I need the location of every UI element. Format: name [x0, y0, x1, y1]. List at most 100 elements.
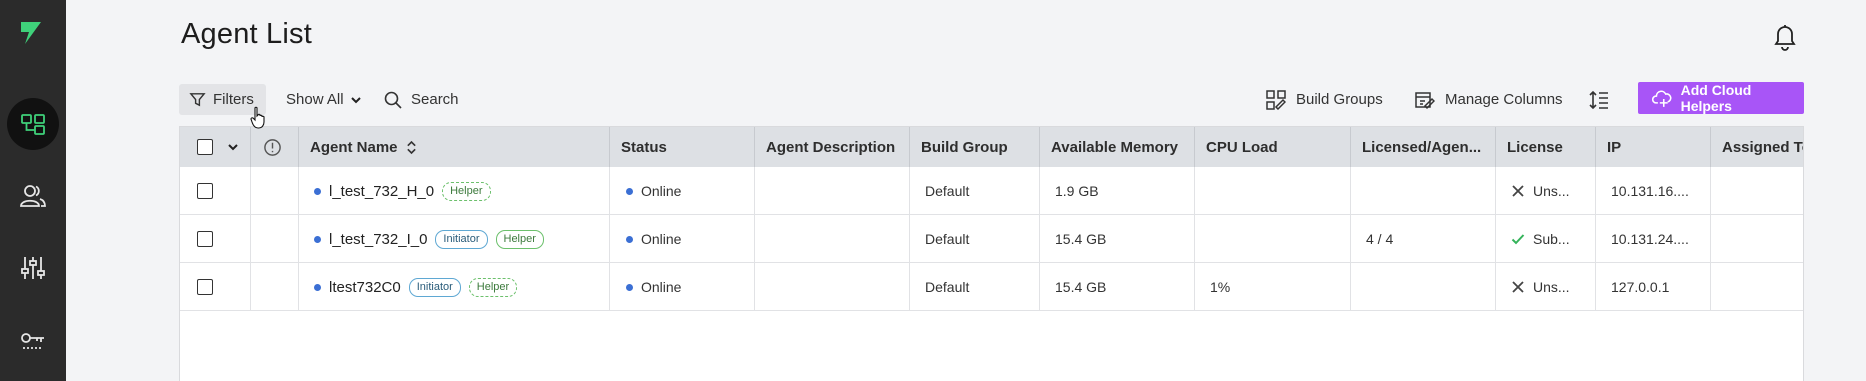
sidebar-item-keys[interactable]: [7, 312, 59, 364]
helper-tag: Helper: [468, 277, 518, 297]
column-label: Assigned To: [1722, 138, 1804, 156]
column-label: Build Group: [921, 138, 1008, 156]
row-alert-cell: [251, 167, 299, 215]
hand-cursor-icon: [250, 106, 265, 129]
license-text: Uns...: [1533, 279, 1570, 295]
cpu-cell: [1195, 215, 1351, 263]
cpu-text: 1%: [1210, 279, 1231, 295]
memory-text: 15.4 GB: [1055, 231, 1107, 247]
column-header-build-group[interactable]: Build Group: [910, 127, 1040, 167]
table-row[interactable]: ltest732C0 Initiator Helper Online Defau…: [180, 263, 1803, 311]
sort-lines-icon: [1589, 90, 1608, 109]
agent-name[interactable]: l_test_732_I_0: [329, 231, 427, 248]
license-text: Uns...: [1533, 183, 1570, 199]
show-all-dropdown[interactable]: Show All: [286, 84, 362, 115]
status-cell: Online: [610, 263, 755, 311]
column-header-assigned-to[interactable]: Assigned To: [1711, 127, 1804, 167]
licensed-cell: [1351, 167, 1496, 215]
build-group-cell: Default: [910, 263, 1040, 311]
agent-name[interactable]: l_test_732_H_0: [329, 183, 434, 200]
agent-name-cell[interactable]: l_test_732_H_0 Helper: [299, 167, 610, 215]
assigned-cell: [1711, 167, 1803, 215]
row-alert-cell: [251, 263, 299, 311]
search-button[interactable]: Search: [384, 84, 459, 115]
row-select-cell: [180, 263, 251, 311]
agents-icon: [21, 114, 45, 135]
agent-name[interactable]: ltest732C0: [329, 279, 401, 296]
close-icon: [1512, 281, 1524, 293]
ip-cell: 127.0.0.1: [1596, 263, 1711, 311]
sidebar-item-agents[interactable]: [7, 98, 59, 150]
column-header-status[interactable]: Status: [610, 127, 755, 167]
add-cloud-helpers-button[interactable]: Add Cloud Helpers: [1638, 82, 1804, 114]
build-groups-label: Build Groups: [1296, 91, 1383, 108]
chevron-down-icon[interactable]: [227, 141, 239, 153]
sidebar-item-settings[interactable]: [7, 242, 59, 294]
status-cell: Online: [610, 215, 755, 263]
filter-icon: [189, 93, 206, 107]
row-checkbox[interactable]: [197, 279, 213, 295]
build-group-cell: Default: [910, 167, 1040, 215]
table-row[interactable]: l_test_732_I_0 Initiator Helper Online D…: [180, 215, 1803, 263]
select-all-checkbox[interactable]: [197, 139, 213, 155]
column-header-available-memory[interactable]: Available Memory: [1040, 127, 1195, 167]
manage-columns-button[interactable]: Manage Columns: [1415, 84, 1563, 115]
row-checkbox[interactable]: [197, 231, 213, 247]
build-group-text: Default: [925, 231, 970, 247]
online-dot: [314, 283, 321, 291]
table-row[interactable]: l_test_732_H_0 Helper Online Default 1.9…: [180, 167, 1803, 215]
status-text: Online: [641, 231, 682, 247]
memory-cell: 1.9 GB: [1040, 167, 1195, 215]
search-icon: [384, 91, 402, 109]
sliders-icon: [21, 257, 45, 279]
memory-text: 1.9 GB: [1055, 183, 1099, 199]
ip-cell: 10.131.16....: [1596, 167, 1711, 215]
build-group-text: Default: [925, 183, 970, 199]
status-dot: [626, 235, 633, 243]
assigned-cell: [1711, 263, 1803, 311]
table-header: Agent Name Status Agent Description Buil…: [180, 127, 1803, 167]
agent-name-cell[interactable]: ltest732C0 Initiator Helper: [299, 263, 610, 311]
alert-circle-icon: [264, 138, 281, 156]
online-dot: [314, 187, 321, 195]
column-header-licensed-agents[interactable]: Licensed/Agen...: [1351, 127, 1496, 167]
online-dot: [314, 235, 321, 243]
logo-icon[interactable]: [17, 20, 43, 46]
cpu-cell: 1%: [1195, 263, 1351, 311]
close-icon: [1512, 185, 1524, 197]
memory-cell: 15.4 GB: [1040, 215, 1195, 263]
license-cell: Uns...: [1496, 167, 1596, 215]
column-label: Licensed/Agen...: [1362, 138, 1482, 156]
add-cloud-helpers-label: Add Cloud Helpers: [1680, 82, 1752, 114]
select-all-header[interactable]: [180, 127, 251, 167]
licensed-cell: 4 / 4: [1351, 215, 1496, 263]
column-header-agent-name[interactable]: Agent Name: [299, 127, 610, 167]
build-groups-button[interactable]: Build Groups: [1266, 84, 1383, 115]
status-text: Online: [641, 183, 682, 199]
sort-icon[interactable]: [406, 140, 417, 155]
column-label: Agent Description: [766, 138, 896, 156]
build-group-cell: Default: [910, 215, 1040, 263]
helper-tag: Helper: [495, 229, 544, 249]
manage-columns-icon: [1415, 91, 1435, 109]
agent-table: Agent Name Status Agent Description Buil…: [179, 126, 1804, 381]
column-header-ip[interactable]: IP: [1596, 127, 1711, 167]
bell-icon[interactable]: [1772, 22, 1798, 52]
row-checkbox[interactable]: [197, 183, 213, 199]
sidebar-item-users[interactable]: [7, 170, 59, 222]
agent-name-cell[interactable]: l_test_732_I_0 Initiator Helper: [299, 215, 610, 263]
row-alert-cell: [251, 215, 299, 263]
ip-cell: 10.131.24....: [1596, 215, 1711, 263]
filters-label: Filters: [213, 91, 254, 108]
licensed-text: 4 / 4: [1366, 231, 1394, 247]
column-header-agent-description[interactable]: Agent Description: [755, 127, 910, 167]
column-header-license[interactable]: License: [1496, 127, 1596, 167]
column-header-cpu-load[interactable]: CPU Load: [1195, 127, 1351, 167]
manage-columns-label: Manage Columns: [1445, 91, 1563, 108]
row-density-button[interactable]: [1589, 84, 1609, 115]
license-text: Sub...: [1533, 231, 1570, 247]
status-cell: Online: [610, 167, 755, 215]
column-label: License: [1507, 138, 1563, 156]
memory-cell: 15.4 GB: [1040, 263, 1195, 311]
column-label: CPU Load: [1206, 138, 1278, 156]
